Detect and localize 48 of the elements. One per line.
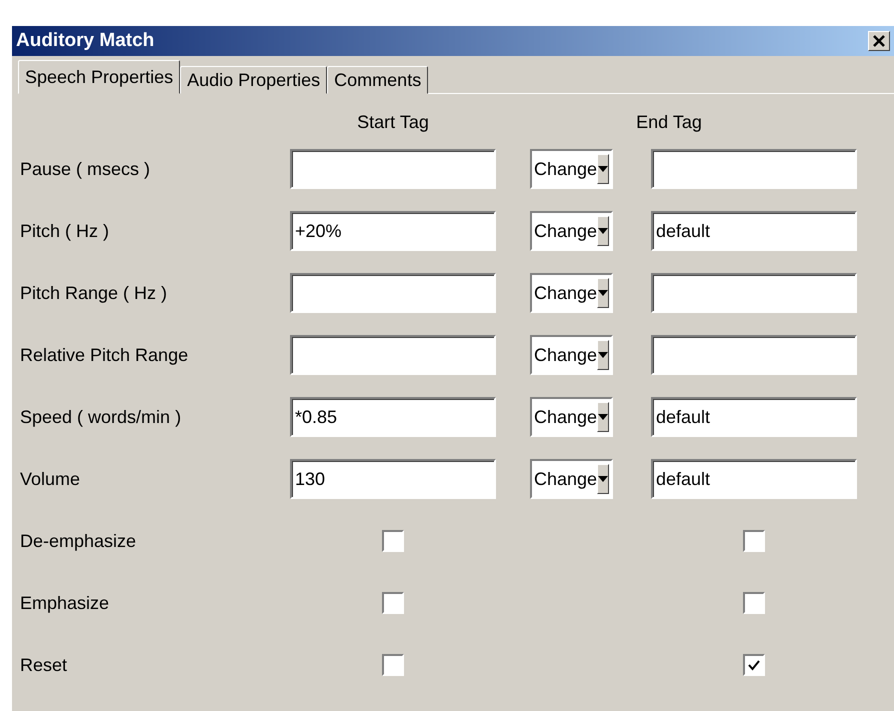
- input-field[interactable]: *0.85: [290, 397, 496, 437]
- input-field[interactable]: [651, 149, 857, 189]
- field-label: Relative Pitch Range: [20, 344, 190, 367]
- checkbox[interactable]: [743, 654, 765, 676]
- column-header: Start Tag: [356, 112, 430, 133]
- caret-icon: [598, 476, 608, 482]
- input-field[interactable]: [290, 273, 496, 313]
- dropdown[interactable]: Change: [530, 459, 613, 499]
- field-label: Speed ( words/min ): [20, 406, 182, 429]
- checkbox[interactable]: [382, 592, 404, 614]
- field-label: Pitch ( Hz ): [20, 220, 110, 243]
- dropdown[interactable]: Change: [530, 149, 613, 189]
- tab[interactable]: Audio Properties: [180, 66, 328, 94]
- field-label: Pitch Range ( Hz ): [20, 282, 168, 305]
- checkbox[interactable]: [382, 654, 404, 676]
- input-field[interactable]: [290, 335, 496, 375]
- input-field[interactable]: [290, 149, 496, 189]
- dropdown[interactable]: Change: [530, 335, 613, 375]
- field-label: Volume: [20, 468, 82, 490]
- window-title: Auditory Match: [16, 30, 154, 52]
- checkbox[interactable]: [382, 530, 404, 552]
- tab[interactable]: Speech Properties: [18, 60, 180, 94]
- input-field[interactable]: default: [651, 397, 857, 437]
- close-icon: [872, 34, 886, 48]
- input-field[interactable]: +20%: [290, 211, 496, 251]
- caret-icon: [598, 290, 608, 296]
- caret-icon: [598, 352, 608, 358]
- input-field[interactable]: 130: [290, 459, 496, 499]
- input-field[interactable]: default: [651, 459, 857, 499]
- input-field[interactable]: [651, 273, 857, 313]
- caret-icon: [598, 228, 608, 234]
- tab[interactable]: Comments: [327, 66, 428, 94]
- input-field[interactable]: default: [651, 211, 857, 251]
- checkbox-label: Reset: [20, 654, 68, 676]
- checkbox-label: De-emphasize: [20, 530, 138, 553]
- checkbox-label: Emphasize: [20, 592, 110, 615]
- field-label: Pause ( msecs ): [20, 158, 152, 181]
- check-icon: [747, 658, 761, 672]
- dropdown[interactable]: Change: [530, 211, 613, 251]
- checkbox[interactable]: [743, 592, 765, 614]
- column-header: End Tag: [635, 112, 703, 133]
- close-button[interactable]: [868, 31, 890, 51]
- input-field[interactable]: [651, 335, 857, 375]
- checkbox[interactable]: [743, 530, 765, 552]
- caret-icon: [598, 166, 608, 172]
- dropdown[interactable]: Change: [530, 273, 613, 313]
- dropdown[interactable]: Change: [530, 397, 613, 437]
- caret-icon: [598, 414, 608, 420]
